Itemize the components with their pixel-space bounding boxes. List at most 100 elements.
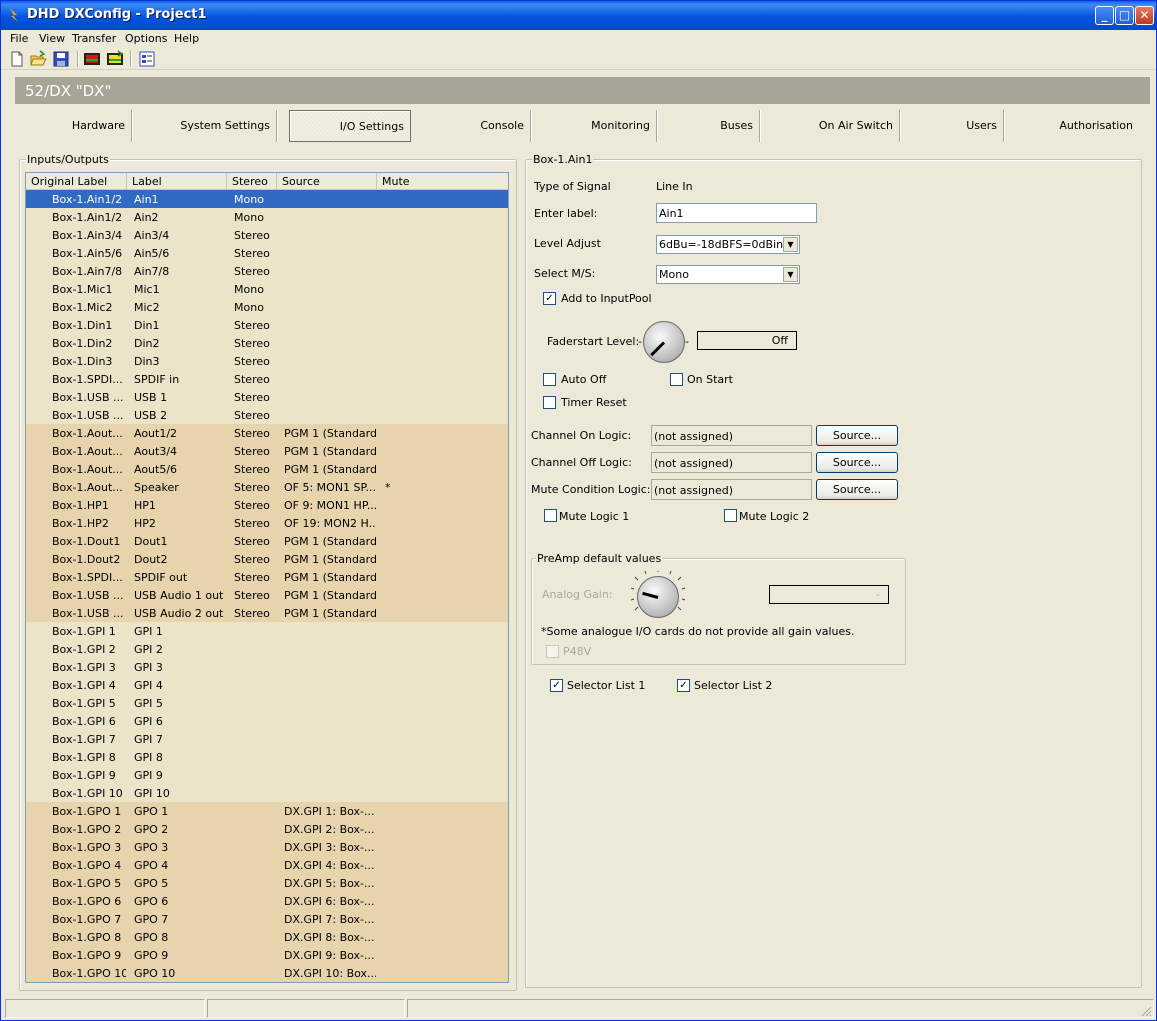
table-row[interactable]: Box-1.GPI 1 GPI 1 — [26, 622, 508, 640]
tab-monitoring[interactable]: Monitoring — [531, 110, 657, 142]
table-row[interactable]: Box-1.GPI 9 GPI 9 — [26, 766, 508, 784]
properties-icon[interactable] — [138, 50, 156, 68]
tab-system-settings[interactable]: System Settings — [132, 110, 277, 142]
table-row[interactable]: Box-1.GPI 8 GPI 8 — [26, 748, 508, 766]
table-row[interactable]: Box-1.GPI 3 GPI 3 — [26, 658, 508, 676]
table-row[interactable]: Box-1.GPO 2 GPO 2 DX.GPI 2: Box-... — [26, 820, 508, 838]
chevron-down-icon[interactable]: ▼ — [783, 237, 798, 252]
table-row[interactable]: Box-1.Ain1/2 Ain2 Mono — [26, 208, 508, 226]
mute-logic-1-label: Mute Logic 1 — [559, 510, 630, 523]
on-start-checkbox[interactable] — [670, 373, 683, 386]
column-source[interactable]: Source — [277, 173, 377, 190]
table-row[interactable]: Box-1.Din2 Din2 Stereo — [26, 334, 508, 352]
table-row[interactable]: Box-1.Mic2 Mic2 Mono — [26, 298, 508, 316]
label-input[interactable]: Ain1 — [656, 203, 817, 223]
table-row[interactable]: Box-1.HP1 HP1 Stereo OF 9: MON1 HP... — [26, 496, 508, 514]
table-row[interactable]: Box-1.Dout2 Dout2 Stereo PGM 1 (Standard) — [26, 550, 508, 568]
table-row[interactable]: Box-1.GPI 10 GPI 10 — [26, 784, 508, 802]
resize-grip-icon[interactable] — [1140, 1005, 1152, 1017]
table-row[interactable]: Box-1.Ain7/8 Ain7/8 Stereo — [26, 262, 508, 280]
table-row[interactable]: Box-1.GPI 7 GPI 7 — [26, 730, 508, 748]
new-icon[interactable] — [8, 50, 26, 68]
table-row[interactable]: Box-1.GPI 5 GPI 5 — [26, 694, 508, 712]
table-row[interactable]: Box-1.USB ... USB 2 Stereo — [26, 406, 508, 424]
selector-list-1-checkbox[interactable]: ✓ — [550, 679, 563, 692]
enter-label-label: Enter label: — [534, 207, 598, 220]
add-to-inputpool-checkbox[interactable]: ✓ — [543, 292, 556, 305]
tab-io-settings[interactable]: I/O Settings — [289, 110, 411, 142]
table-row[interactable]: Box-1.SPDI... SPDIF in Stereo — [26, 370, 508, 388]
table-row[interactable]: Box-1.GPO 7 GPO 7 DX.GPI 7: Box-... — [26, 910, 508, 928]
stereo-cell: Stereo — [234, 553, 270, 566]
table-row[interactable]: Box-1.GPO 5 GPO 5 DX.GPI 5: Box-... — [26, 874, 508, 892]
table-row[interactable]: Box-1.HP2 HP2 Stereo OF 19: MON2 H... — [26, 514, 508, 532]
table-row[interactable]: Box-1.Aout... Speaker Stereo OF 5: MON1 SP.… — [26, 478, 508, 496]
tab-on-air-switch[interactable]: On Air Switch — [760, 110, 900, 142]
menu-transfer[interactable]: Transfer — [72, 32, 116, 45]
menu-file[interactable]: File — [10, 32, 28, 45]
chevron-down-icon[interactable]: ▼ — [783, 267, 798, 282]
channel-off-source-button[interactable]: Source... — [816, 452, 898, 473]
level-adjust-select[interactable]: 6dBu=-18dBFS=0dBint ▼ — [656, 235, 800, 254]
table-row[interactable]: Box-1.GPO 4 GPO 4 DX.GPI 4: Box-... — [26, 856, 508, 874]
tab-authorisation[interactable]: Authorisation — [1004, 110, 1139, 142]
menu-view[interactable]: View — [39, 32, 65, 45]
original-label-cell: Box-1.GPO 5 — [52, 877, 122, 890]
open-icon[interactable] — [29, 50, 47, 68]
analog-gain-knob[interactable] — [637, 576, 679, 618]
selector-list-2-checkbox[interactable]: ✓ — [677, 679, 690, 692]
column-original-label[interactable]: Original Label — [26, 173, 127, 190]
table-row[interactable]: Box-1.Dout1 Dout1 Stereo PGM 1 (Standard) — [26, 532, 508, 550]
table-row[interactable]: Box-1.GPI 6 GPI 6 — [26, 712, 508, 730]
tab-hardware[interactable]: Hardware — [15, 110, 132, 142]
column-stereo[interactable]: Stereo — [227, 173, 277, 190]
table-row[interactable]: Box-1.USB ... USB 1 Stereo — [26, 388, 508, 406]
tab-console[interactable]: Console — [415, 110, 531, 142]
tab-users[interactable]: Users — [900, 110, 1004, 142]
device-red-icon[interactable] — [83, 50, 101, 68]
channel-on-logic-value: (not assigned) — [651, 425, 812, 446]
table-row[interactable]: Box-1.Aout... Aout3/4 Stereo PGM 1 (Standar… — [26, 442, 508, 460]
timer-reset-checkbox[interactable] — [543, 396, 556, 409]
table-row[interactable]: Box-1.Mic1 Mic1 Mono — [26, 280, 508, 298]
minimize-icon[interactable]: _ — [1095, 6, 1114, 25]
close-icon[interactable]: ✕ — [1135, 6, 1154, 25]
io-list[interactable]: Original Label Label Stereo Source Mute … — [25, 172, 509, 983]
table-row[interactable]: Box-1.USB ... USB Audio 1 out Stereo PGM 1 … — [26, 586, 508, 604]
menu-help[interactable]: Help — [174, 32, 199, 45]
table-row[interactable]: Box-1.Din1 Din1 Stereo — [26, 316, 508, 334]
p48v-checkbox[interactable] — [546, 645, 559, 658]
auto-off-checkbox[interactable] — [543, 373, 556, 386]
table-row[interactable]: Box-1.Ain3/4 Ain3/4 Stereo — [26, 226, 508, 244]
menu-options[interactable]: Options — [125, 32, 167, 45]
table-row[interactable]: Box-1.Aout... Aout5/6 Stereo PGM 1 (Standar… — [26, 460, 508, 478]
original-label-cell: Box-1.GPI 5 — [52, 697, 116, 710]
table-row[interactable]: Box-1.Din3 Din3 Stereo — [26, 352, 508, 370]
mute-logic-2-checkbox[interactable] — [724, 509, 737, 522]
table-row[interactable]: Box-1.USB ... USB Audio 2 out Stereo PGM 1 … — [26, 604, 508, 622]
select-ms-select[interactable]: Mono ▼ — [656, 265, 800, 284]
column-mute[interactable]: Mute — [377, 173, 508, 190]
mute-logic-1-checkbox[interactable] — [544, 509, 557, 522]
channel-on-source-button[interactable]: Source... — [816, 425, 898, 446]
table-row[interactable]: Box-1.SPDI... SPDIF out Stereo PGM 1 (Stand… — [26, 568, 508, 586]
table-row[interactable]: Box-1.GPI 2 GPI 2 — [26, 640, 508, 658]
mute-condition-source-button[interactable]: Source... — [816, 479, 898, 500]
table-row[interactable]: Box-1.GPO 8 GPO 8 DX.GPI 8: Box-... — [26, 928, 508, 946]
table-row[interactable]: Box-1.GPO 9 GPO 9 DX.GPI 9: Box-... — [26, 946, 508, 964]
table-row[interactable]: Box-1.Aout... Aout1/2 Stereo PGM 1 (Standar… — [26, 424, 508, 442]
column-label[interactable]: Label — [127, 173, 227, 190]
table-row[interactable]: Box-1.GPI 4 GPI 4 — [26, 676, 508, 694]
table-row[interactable]: Box-1.Ain5/6 Ain5/6 Stereo — [26, 244, 508, 262]
table-row[interactable]: Box-1.GPO 10 GPO 10 DX.GPI 10: Box... — [26, 964, 508, 982]
table-row[interactable]: Box-1.Ain1/2 Ain1 Mono — [26, 190, 508, 208]
table-row[interactable]: Box-1.GPO 1 GPO 1 DX.GPI 1: Box-... — [26, 802, 508, 820]
save-icon[interactable] — [52, 50, 70, 68]
maximize-icon[interactable]: □ — [1115, 6, 1134, 25]
table-row[interactable]: Box-1.GPO 6 GPO 6 DX.GPI 6: Box-... — [26, 892, 508, 910]
tab-buses[interactable]: Buses — [657, 110, 760, 142]
device-green-icon[interactable] — [106, 50, 124, 68]
title-bar[interactable]: DHD DXConfig - Project1 _ □ ✕ — [1, 1, 1156, 30]
faderstart-level-knob[interactable] — [643, 321, 685, 363]
table-row[interactable]: Box-1.GPO 3 GPO 3 DX.GPI 3: Box-... — [26, 838, 508, 856]
